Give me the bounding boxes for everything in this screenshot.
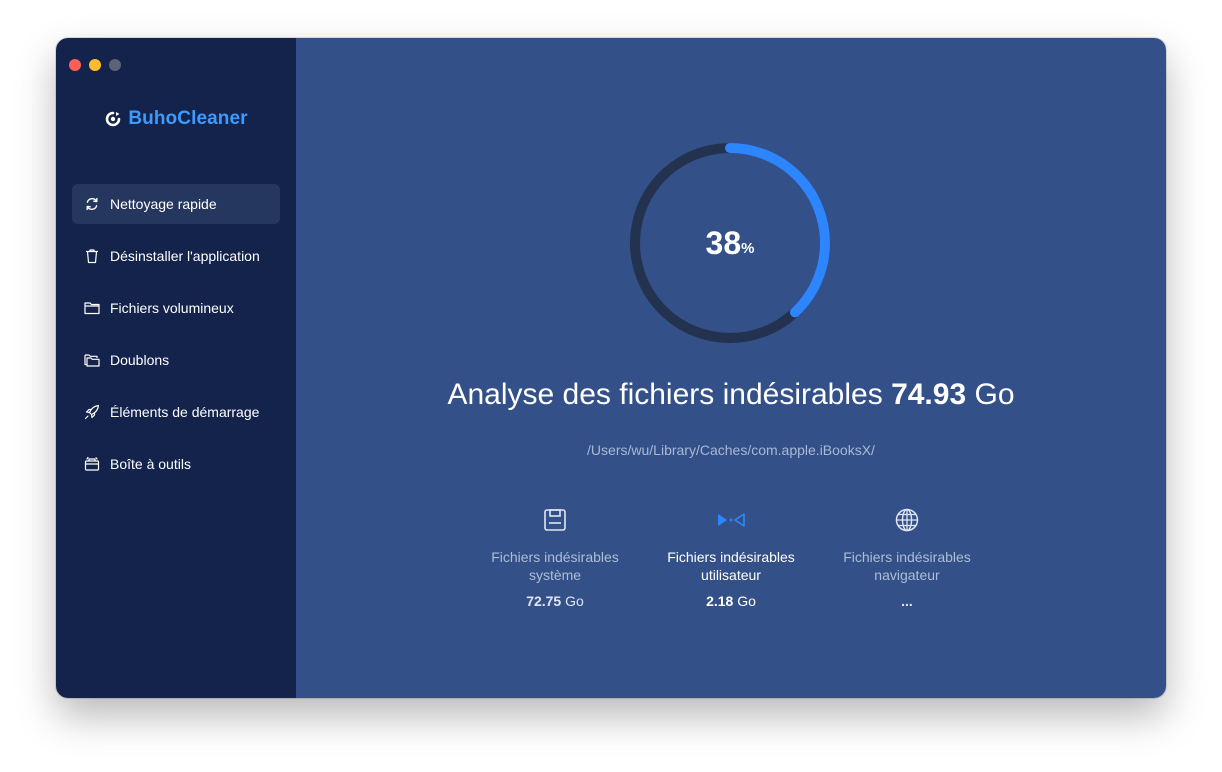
stat-browser-junk: Fichiers indésirables navigateur ... [827, 508, 987, 609]
toolbox-icon [84, 456, 100, 472]
refresh-icon [84, 196, 100, 212]
sidebar: BuhoCleaner Nettoyage rapide Désinstalle… [56, 38, 296, 698]
sidebar-item-label: Nettoyage rapide [110, 196, 217, 212]
sidebar-item-label: Fichiers volumineux [110, 300, 234, 316]
sidebar-item-quick-clean[interactable]: Nettoyage rapide [72, 184, 280, 224]
buho-logo-icon [106, 111, 121, 127]
sidebar-nav: Nettoyage rapide Désinstaller l'applicat… [72, 184, 280, 496]
close-window-button[interactable] [69, 59, 81, 71]
zoom-window-button[interactable] [109, 59, 121, 71]
rocket-icon [84, 404, 100, 420]
sidebar-item-label: Boîte à outils [110, 456, 191, 472]
brand-name: BuhoCleaner [128, 108, 248, 129]
sidebar-item-duplicates[interactable]: Doublons [72, 340, 280, 380]
user-junk-icon [718, 513, 745, 527]
main-panel: 38 % Analyse des fichiers indésirables 7… [296, 38, 1166, 698]
stat-user-junk: Fichiers indésirables utilisateur 2.18 G… [651, 508, 811, 609]
progress-percent: 38 % [630, 143, 830, 343]
sidebar-item-label: Désinstaller l'application [110, 248, 260, 264]
stat-label: Fichiers indésirables navigateur [843, 549, 971, 583]
progress-value: 38 [705, 224, 742, 261]
stat-size: ... [901, 593, 913, 609]
sidebar-item-label: Éléments de démarrage [110, 404, 260, 420]
stat-size: 72.75 Go [526, 593, 584, 609]
folder-icon [84, 300, 100, 316]
stat-label: Fichiers indésirables utilisateur [667, 549, 795, 583]
sidebar-item-label: Doublons [110, 352, 170, 368]
scan-title: Analyse des fichiers indésirables [447, 378, 883, 411]
duplicate-folder-icon [84, 352, 100, 368]
stat-system-junk: Fichiers indésirables système 72.75 Go [475, 508, 635, 609]
stat-size: 2.18 Go [706, 593, 756, 609]
brand: BuhoCleaner [56, 108, 296, 130]
globe-icon [895, 508, 919, 532]
sidebar-item-uninstall[interactable]: Désinstaller l'application [72, 236, 280, 276]
progress-unit: % [741, 239, 755, 257]
sidebar-item-startup[interactable]: Éléments de démarrage [72, 392, 280, 432]
disk-icon [544, 509, 566, 531]
scan-headline: Analyse des fichiers indésirables 74.93 … [296, 378, 1166, 412]
scan-current-path: /Users/wu/Library/Caches/com.apple.iBook… [587, 442, 875, 458]
minimize-window-button[interactable] [89, 59, 101, 71]
sidebar-item-toolbox[interactable]: Boîte à outils [72, 444, 280, 484]
scan-size-unit: Go [974, 378, 1015, 411]
sidebar-item-large-files[interactable]: Fichiers volumineux [72, 288, 280, 328]
trash-icon [84, 248, 100, 264]
app-window: BuhoCleaner Nettoyage rapide Désinstalle… [56, 38, 1166, 698]
window-controls [69, 59, 121, 71]
scan-size-value: 74.93 [891, 378, 967, 411]
progress-ring: 38 % [630, 143, 830, 343]
stat-label: Fichiers indésirables système [491, 549, 619, 583]
